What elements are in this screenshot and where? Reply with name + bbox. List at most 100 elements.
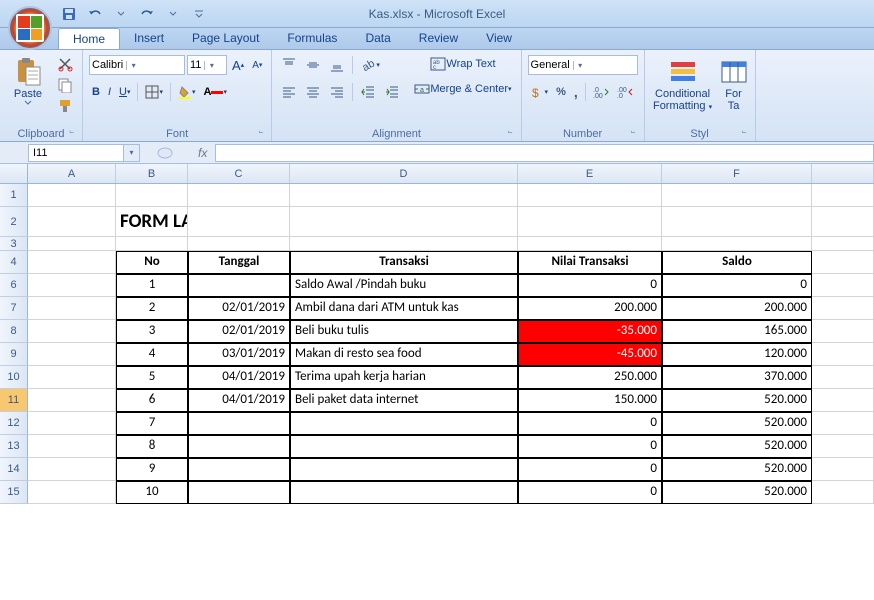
row-header[interactable]: 10	[0, 366, 28, 389]
cell[interactable]	[188, 184, 290, 207]
cell[interactable]: 0	[518, 412, 662, 435]
cell[interactable]	[28, 435, 116, 458]
cell[interactable]	[116, 184, 188, 207]
cell[interactable]	[28, 481, 116, 504]
cell[interactable]: Saldo Awal /Pindah buku	[290, 274, 518, 297]
border-button[interactable]: ▾	[142, 83, 166, 101]
cut-button[interactable]	[54, 54, 76, 74]
cell[interactable]: Terima upah kerja harian	[290, 366, 518, 389]
cell[interactable]	[28, 320, 116, 343]
name-box[interactable]: I11	[28, 144, 124, 162]
paste-button[interactable]: Paste	[6, 54, 50, 120]
cell[interactable]	[28, 412, 116, 435]
row-header[interactable]: 13	[0, 435, 28, 458]
row-header[interactable]: 3	[0, 237, 28, 251]
cell[interactable]	[812, 320, 874, 343]
tab-formulas[interactable]: Formulas	[273, 28, 351, 49]
row-header[interactable]: 7	[0, 297, 28, 320]
row-header[interactable]: 9	[0, 343, 28, 366]
row-header[interactable]: 14	[0, 458, 28, 481]
percent-button[interactable]: %	[553, 84, 569, 100]
qat-customize-icon[interactable]	[188, 3, 210, 25]
cell[interactable]: 0	[518, 481, 662, 504]
cell[interactable]	[290, 481, 518, 504]
cell[interactable]: -35.000	[518, 320, 662, 343]
cell[interactable]	[28, 297, 116, 320]
cell[interactable]: 2	[116, 297, 188, 320]
grow-font-button[interactable]: A▴	[229, 56, 247, 75]
cell[interactable]: 520.000	[662, 458, 812, 481]
cell[interactable]: Saldo	[662, 251, 812, 274]
wrap-text-button[interactable]: abc Wrap Text	[411, 54, 514, 74]
row-header[interactable]: 1	[0, 184, 28, 207]
row-header[interactable]: 2	[0, 207, 28, 237]
row-header[interactable]: 12	[0, 412, 28, 435]
cell[interactable]: Nilai Transaksi	[518, 251, 662, 274]
cell[interactable]	[518, 184, 662, 207]
cell[interactable]: No	[116, 251, 188, 274]
cell[interactable]	[290, 435, 518, 458]
cell[interactable]	[812, 251, 874, 274]
cell[interactable]	[812, 458, 874, 481]
align-center-button[interactable]	[302, 82, 324, 102]
cell[interactable]	[290, 207, 518, 237]
col-header[interactable]: D	[290, 164, 518, 183]
cell[interactable]: 0	[518, 435, 662, 458]
cell[interactable]: 3	[116, 320, 188, 343]
cell[interactable]: 520.000	[662, 389, 812, 412]
bold-button[interactable]: B	[89, 84, 103, 100]
col-header[interactable]: B	[116, 164, 188, 183]
cell[interactable]: 200.000	[518, 297, 662, 320]
cell[interactable]	[188, 481, 290, 504]
cell[interactable]: 03/01/2019	[188, 343, 290, 366]
cell[interactable]	[116, 237, 188, 251]
cell[interactable]	[28, 458, 116, 481]
cell[interactable]	[518, 207, 662, 237]
formula-input[interactable]	[215, 144, 874, 162]
merge-center-button[interactable]: a Merge & Center ▾	[411, 79, 514, 99]
accounting-format-button[interactable]: $ ▾	[528, 83, 552, 101]
cell[interactable]: Transaksi	[290, 251, 518, 274]
undo-icon[interactable]	[84, 3, 106, 25]
undo-dropdown-icon[interactable]	[110, 3, 132, 25]
cell[interactable]: 1	[116, 274, 188, 297]
cell[interactable]: 8	[116, 435, 188, 458]
cell[interactable]: Tanggal	[188, 251, 290, 274]
cell[interactable]	[28, 251, 116, 274]
decrease-decimal-button[interactable]: .00.0	[614, 83, 636, 101]
font-name-combo[interactable]: Calibri▾	[89, 55, 185, 75]
align-left-button[interactable]	[278, 82, 300, 102]
cell[interactable]	[188, 435, 290, 458]
font-color-button[interactable]: A ▾	[201, 84, 230, 100]
cell[interactable]	[188, 207, 290, 237]
cell[interactable]	[188, 237, 290, 251]
cell[interactable]: 520.000	[662, 481, 812, 504]
cell[interactable]	[28, 237, 116, 251]
cell[interactable]	[662, 237, 812, 251]
row-header[interactable]: 6	[0, 274, 28, 297]
cell[interactable]: 9	[116, 458, 188, 481]
cell[interactable]	[28, 274, 116, 297]
cell[interactable]	[188, 274, 290, 297]
cell[interactable]: 165.000	[662, 320, 812, 343]
cell[interactable]: 150.000	[518, 389, 662, 412]
tab-view[interactable]: View	[472, 28, 526, 49]
font-size-combo[interactable]: 11▾	[187, 55, 227, 75]
fill-color-button[interactable]: ▾	[175, 83, 199, 101]
cell[interactable]	[28, 207, 116, 237]
cell[interactable]	[812, 274, 874, 297]
cell[interactable]: 02/01/2019	[188, 320, 290, 343]
formula-expand-icon[interactable]	[157, 147, 173, 159]
cell[interactable]: FORM LAPORAN KAS	[116, 207, 188, 237]
office-button[interactable]	[8, 6, 52, 50]
tab-review[interactable]: Review	[405, 28, 472, 49]
cell[interactable]: 200.000	[662, 297, 812, 320]
row-header[interactable]: 4	[0, 251, 28, 274]
decrease-indent-button[interactable]	[357, 82, 379, 102]
tab-data[interactable]: Data	[351, 28, 404, 49]
col-header[interactable]	[812, 164, 874, 183]
col-header[interactable]: C	[188, 164, 290, 183]
row-header[interactable]: 8	[0, 320, 28, 343]
shrink-font-button[interactable]: A▾	[249, 58, 265, 73]
cell[interactable]: 120.000	[662, 343, 812, 366]
